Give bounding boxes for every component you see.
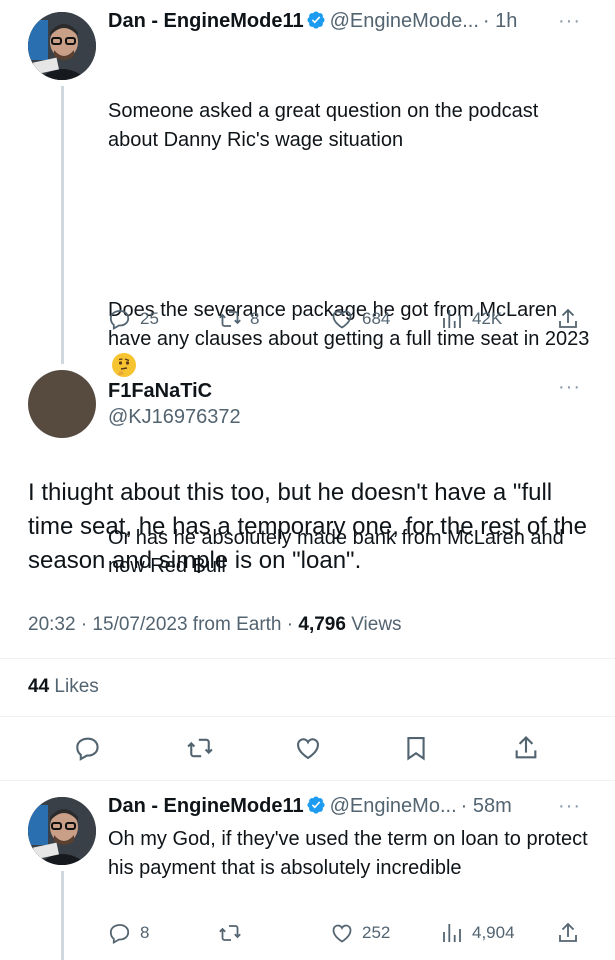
- more-options-icon[interactable]: ···: [558, 795, 581, 818]
- verified-badge-icon: [307, 11, 325, 29]
- retweet-icon: [187, 738, 213, 758]
- share-button[interactable]: [512, 734, 540, 767]
- reply-icon: [109, 924, 130, 945]
- avatar[interactable]: [28, 12, 96, 80]
- reply-button[interactable]: 25: [108, 307, 159, 331]
- heart-icon: [297, 738, 319, 760]
- like-count: 684: [362, 309, 391, 328]
- reply-button[interactable]: [74, 734, 102, 767]
- reply-icon: [109, 310, 130, 331]
- tweet-time[interactable]: · 58m: [461, 795, 512, 817]
- views-count: 4,796: [298, 614, 346, 635]
- views-button[interactable]: 4,904: [440, 921, 515, 945]
- views-count: 4,904: [472, 923, 515, 942]
- heart-icon: [332, 310, 352, 329]
- heart-icon: [332, 924, 352, 943]
- avatar-image: [28, 12, 96, 80]
- author-handle[interactable]: @EngineMode...: [330, 10, 479, 32]
- retweet-icon: [219, 925, 241, 941]
- retweet-count: 8: [250, 309, 260, 328]
- share-icon: [515, 736, 537, 759]
- divider: [0, 716, 615, 717]
- share-icon: [559, 308, 577, 328]
- share-icon: [559, 922, 577, 942]
- retweet-icon: [219, 311, 241, 327]
- more-options-icon[interactable]: ···: [558, 376, 581, 399]
- tweet-meta: 20:32 · 15/07/2023 from Earth · 4,796 Vi…: [28, 614, 402, 636]
- views-icon: [443, 310, 461, 328]
- reply-count: 8: [140, 923, 150, 942]
- views-count: 42K: [472, 309, 503, 328]
- retweet-button[interactable]: [218, 921, 250, 945]
- like-button[interactable]: [294, 734, 322, 767]
- thread-line: [61, 871, 64, 960]
- divider: [0, 658, 615, 659]
- author-name[interactable]: F1FaNaTiC: [108, 380, 212, 403]
- bookmark-icon: [407, 737, 425, 761]
- author-name[interactable]: Dan - EngineMode11: [108, 10, 304, 32]
- tweet-timestamp[interactable]: 20:32 · 15/07/2023 from Earth ·: [28, 614, 298, 635]
- likes-count: 44: [28, 676, 50, 697]
- likes-summary[interactable]: 44 Likes: [28, 676, 99, 698]
- views-icon: [443, 924, 461, 942]
- share-button[interactable]: [556, 921, 588, 945]
- like-button[interactable]: 252: [330, 921, 390, 945]
- like-button[interactable]: 684: [330, 307, 390, 331]
- avatar[interactable]: [28, 797, 96, 865]
- likes-label: Likes: [49, 676, 99, 697]
- reply-button[interactable]: 8: [108, 921, 149, 945]
- views-label: Views: [345, 614, 402, 635]
- tweet-paragraph: Someone asked a great question on the po…: [108, 100, 544, 151]
- author-handle[interactable]: @EngineMo...: [330, 795, 457, 817]
- like-count: 252: [362, 923, 391, 942]
- reply-icon: [76, 737, 99, 761]
- tweet-body: I thiught about this too, but he doesn't…: [28, 479, 587, 574]
- bookmark-button[interactable]: [402, 734, 430, 767]
- tweet-body: Oh my God, if they've used the term on l…: [108, 828, 594, 879]
- thread-line: [61, 86, 64, 364]
- retweet-button[interactable]: [186, 734, 214, 767]
- tweet-time[interactable]: · 1h: [483, 10, 517, 32]
- retweet-button[interactable]: 8: [218, 307, 259, 331]
- avatar[interactable]: [28, 370, 96, 438]
- avatar-image: [28, 797, 96, 865]
- verified-badge-icon: [307, 796, 325, 814]
- author-name[interactable]: Dan - EngineMode11: [108, 795, 304, 817]
- views-button[interactable]: 42K: [440, 307, 502, 331]
- reply-count: 25: [140, 309, 159, 328]
- share-button[interactable]: [556, 307, 588, 331]
- more-options-icon[interactable]: ···: [558, 10, 581, 33]
- author-handle[interactable]: @KJ16976372: [108, 406, 241, 429]
- divider: [0, 780, 615, 781]
- thinking-emoji-icon: [112, 353, 136, 377]
